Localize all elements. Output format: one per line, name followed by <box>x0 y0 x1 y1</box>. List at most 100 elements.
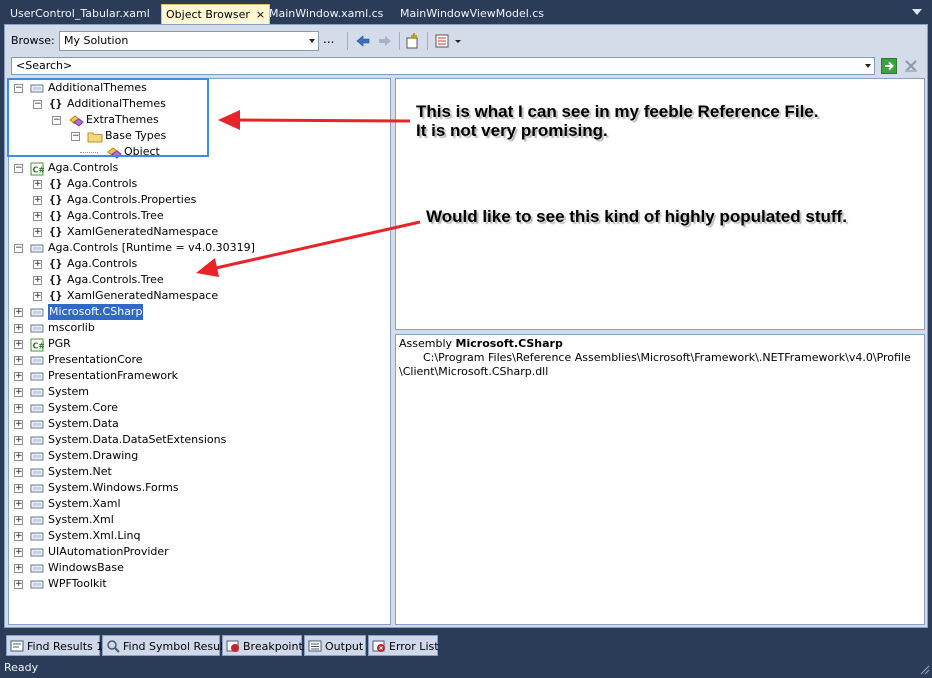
tree-item[interactable]: + WPFToolkit <box>9 576 389 592</box>
resize-grip-icon[interactable] <box>918 663 930 675</box>
expand-toggle-icon[interactable]: + <box>14 324 23 333</box>
tab-mainwindow-xaml-cs[interactable]: MainWindow.xaml.cs <box>265 4 387 24</box>
toggle-glyph: + <box>15 435 23 445</box>
clear-search-button[interactable] <box>903 58 919 74</box>
expand-toggle-icon[interactable]: + <box>33 228 42 237</box>
collapse-toggle-icon[interactable]: − <box>14 164 23 173</box>
assembly-icon <box>30 482 44 494</box>
expand-toggle-icon[interactable]: + <box>14 500 23 509</box>
tab-list-dropdown-icon[interactable] <box>912 9 922 15</box>
expand-toggle-icon[interactable]: + <box>33 196 42 205</box>
objects-tree-pane[interactable]: − AdditionalThemes −{} AdditionalThemes − Ext… <box>8 78 391 625</box>
tree-item[interactable]: − AdditionalThemes <box>9 80 389 96</box>
expand-toggle-icon[interactable]: + <box>33 180 42 189</box>
expand-toggle-icon[interactable]: + <box>14 564 23 573</box>
collapse-toggle-icon[interactable]: − <box>52 116 61 125</box>
expand-toggle-icon[interactable]: + <box>14 468 23 477</box>
expand-toggle-icon[interactable]: + <box>14 388 23 397</box>
tree-item[interactable]: + System.Drawing <box>9 448 389 464</box>
expand-toggle-icon[interactable]: + <box>14 580 23 589</box>
tree-item[interactable]: + {} Aga.Controls.Properties <box>9 192 389 208</box>
tab-error-list[interactable]: Error List <box>368 635 439 656</box>
tree-item[interactable]: + C# PGR <box>9 336 389 352</box>
description-kind: Assembly <box>399 337 453 350</box>
expand-toggle-icon[interactable]: + <box>14 372 23 381</box>
tool-tab-label: Error List <box>389 640 439 653</box>
forward-button[interactable] <box>375 31 395 51</box>
browse-scope-select[interactable]: My Solution <box>59 31 319 51</box>
expand-toggle-icon[interactable]: + <box>33 260 42 269</box>
expand-toggle-icon[interactable]: + <box>14 436 23 445</box>
tree-item-label: System <box>48 385 90 398</box>
tab-breakpoints[interactable]: Breakpoints <box>222 635 309 656</box>
tree-item-label: System.Core <box>48 401 118 414</box>
assembly-icon <box>30 562 44 574</box>
expand-toggle-icon[interactable]: + <box>14 452 23 461</box>
search-input[interactable]: <Search> <box>11 57 875 75</box>
settings-dropdown-button[interactable] <box>433 31 461 51</box>
tab-usercontrol-tabular[interactable]: UserControl_Tabular.xaml <box>6 4 154 24</box>
tree-item[interactable]: + System.Data.DataSetExtensions <box>9 432 389 448</box>
tree-item[interactable]: + {} Aga.Controls <box>9 256 389 272</box>
description-path: C:\Program Files\Reference Assemblies\Mi… <box>399 351 921 379</box>
collapse-toggle-icon[interactable]: − <box>71 132 80 141</box>
expand-toggle-icon[interactable]: + <box>14 516 23 525</box>
back-arrow-icon <box>356 35 370 47</box>
expand-toggle-icon[interactable]: + <box>14 420 23 429</box>
tree-item-label: UIAutomationProvider <box>48 545 169 558</box>
tree-item[interactable]: + UIAutomationProvider <box>9 544 389 560</box>
tree-item[interactable]: + mscorlib <box>9 320 389 336</box>
tree-item[interactable]: − Base Types <box>9 128 389 144</box>
tree-item[interactable]: + {} Aga.Controls.Tree <box>9 272 389 288</box>
tree-item[interactable]: + Microsoft.CSharp <box>9 304 389 320</box>
tree-item[interactable]: + System.Net <box>9 464 389 480</box>
tree-item[interactable]: + {} XamlGeneratedNamespace <box>9 288 389 304</box>
search-go-button[interactable] <box>881 58 897 74</box>
tree-item[interactable]: − C# Aga.Controls <box>9 160 389 176</box>
tree-item[interactable]: + WindowsBase <box>9 560 389 576</box>
expand-toggle-icon[interactable]: + <box>14 356 23 365</box>
collapse-toggle-icon[interactable]: − <box>14 244 23 253</box>
add-to-references-button[interactable] <box>403 31 423 51</box>
back-button[interactable] <box>353 31 373 51</box>
tree-item[interactable]: + System <box>9 384 389 400</box>
tree-item[interactable]: + {} Aga.Controls <box>9 176 389 192</box>
expand-toggle-icon[interactable]: + <box>33 292 42 301</box>
tab-find-results-1[interactable]: Find Results 1 <box>6 635 103 656</box>
tree-item[interactable]: + System.Xml.Linq <box>9 528 389 544</box>
tree-item[interactable]: + System.Xaml <box>9 496 389 512</box>
tree-item[interactable]: + System.Data <box>9 416 389 432</box>
tab-output[interactable]: Output <box>304 635 366 656</box>
tree-item[interactable]: − Aga.Controls [Runtime = v4.0.30319] <box>9 240 389 256</box>
expand-toggle-icon[interactable]: + <box>14 404 23 413</box>
expand-toggle-icon[interactable]: + <box>33 276 42 285</box>
tree-item[interactable]: + {} Aga.Controls.Tree <box>9 208 389 224</box>
expand-toggle-icon[interactable]: + <box>14 548 23 557</box>
tree-item[interactable]: + PresentationFramework <box>9 368 389 384</box>
tab-object-browser[interactable]: Object Browser × <box>161 4 271 24</box>
tree-item[interactable]: + System.Xml <box>9 512 389 528</box>
expand-toggle-icon[interactable]: + <box>33 212 42 221</box>
tree-item[interactable]: −{} AdditionalThemes <box>9 96 389 112</box>
tree-item[interactable]: Object <box>9 144 389 160</box>
expand-toggle-icon[interactable]: + <box>14 532 23 541</box>
assembly-icon <box>30 578 44 590</box>
tree-item-label: System.Net <box>48 465 112 478</box>
close-tab-icon[interactable]: × <box>256 8 265 21</box>
tree-item[interactable]: + {} XamlGeneratedNamespace <box>9 224 389 240</box>
expand-toggle-icon[interactable]: + <box>14 484 23 493</box>
expand-toggle-icon[interactable]: + <box>14 308 23 317</box>
tab-find-symbol-results[interactable]: Find Symbol Results <box>102 635 233 656</box>
tree-item[interactable]: + PresentationCore <box>9 352 389 368</box>
tree-item[interactable]: + System.Windows.Forms <box>9 480 389 496</box>
tab-mainwindowviewmodel-cs[interactable]: MainWindowViewModel.cs <box>396 4 548 24</box>
tree-item[interactable]: + System.Core <box>9 400 389 416</box>
collapse-toggle-icon[interactable]: − <box>33 100 42 109</box>
collapse-toggle-icon[interactable]: − <box>14 84 23 93</box>
tree-item[interactable]: − ExtraThemes <box>9 112 389 128</box>
edit-custom-component-set-button[interactable]: ... <box>323 32 334 46</box>
assembly-icon <box>30 498 44 510</box>
tree-item-label: XamlGeneratedNamespace <box>67 225 219 238</box>
expand-toggle-icon[interactable]: + <box>14 340 23 349</box>
toggle-glyph: − <box>15 163 23 173</box>
